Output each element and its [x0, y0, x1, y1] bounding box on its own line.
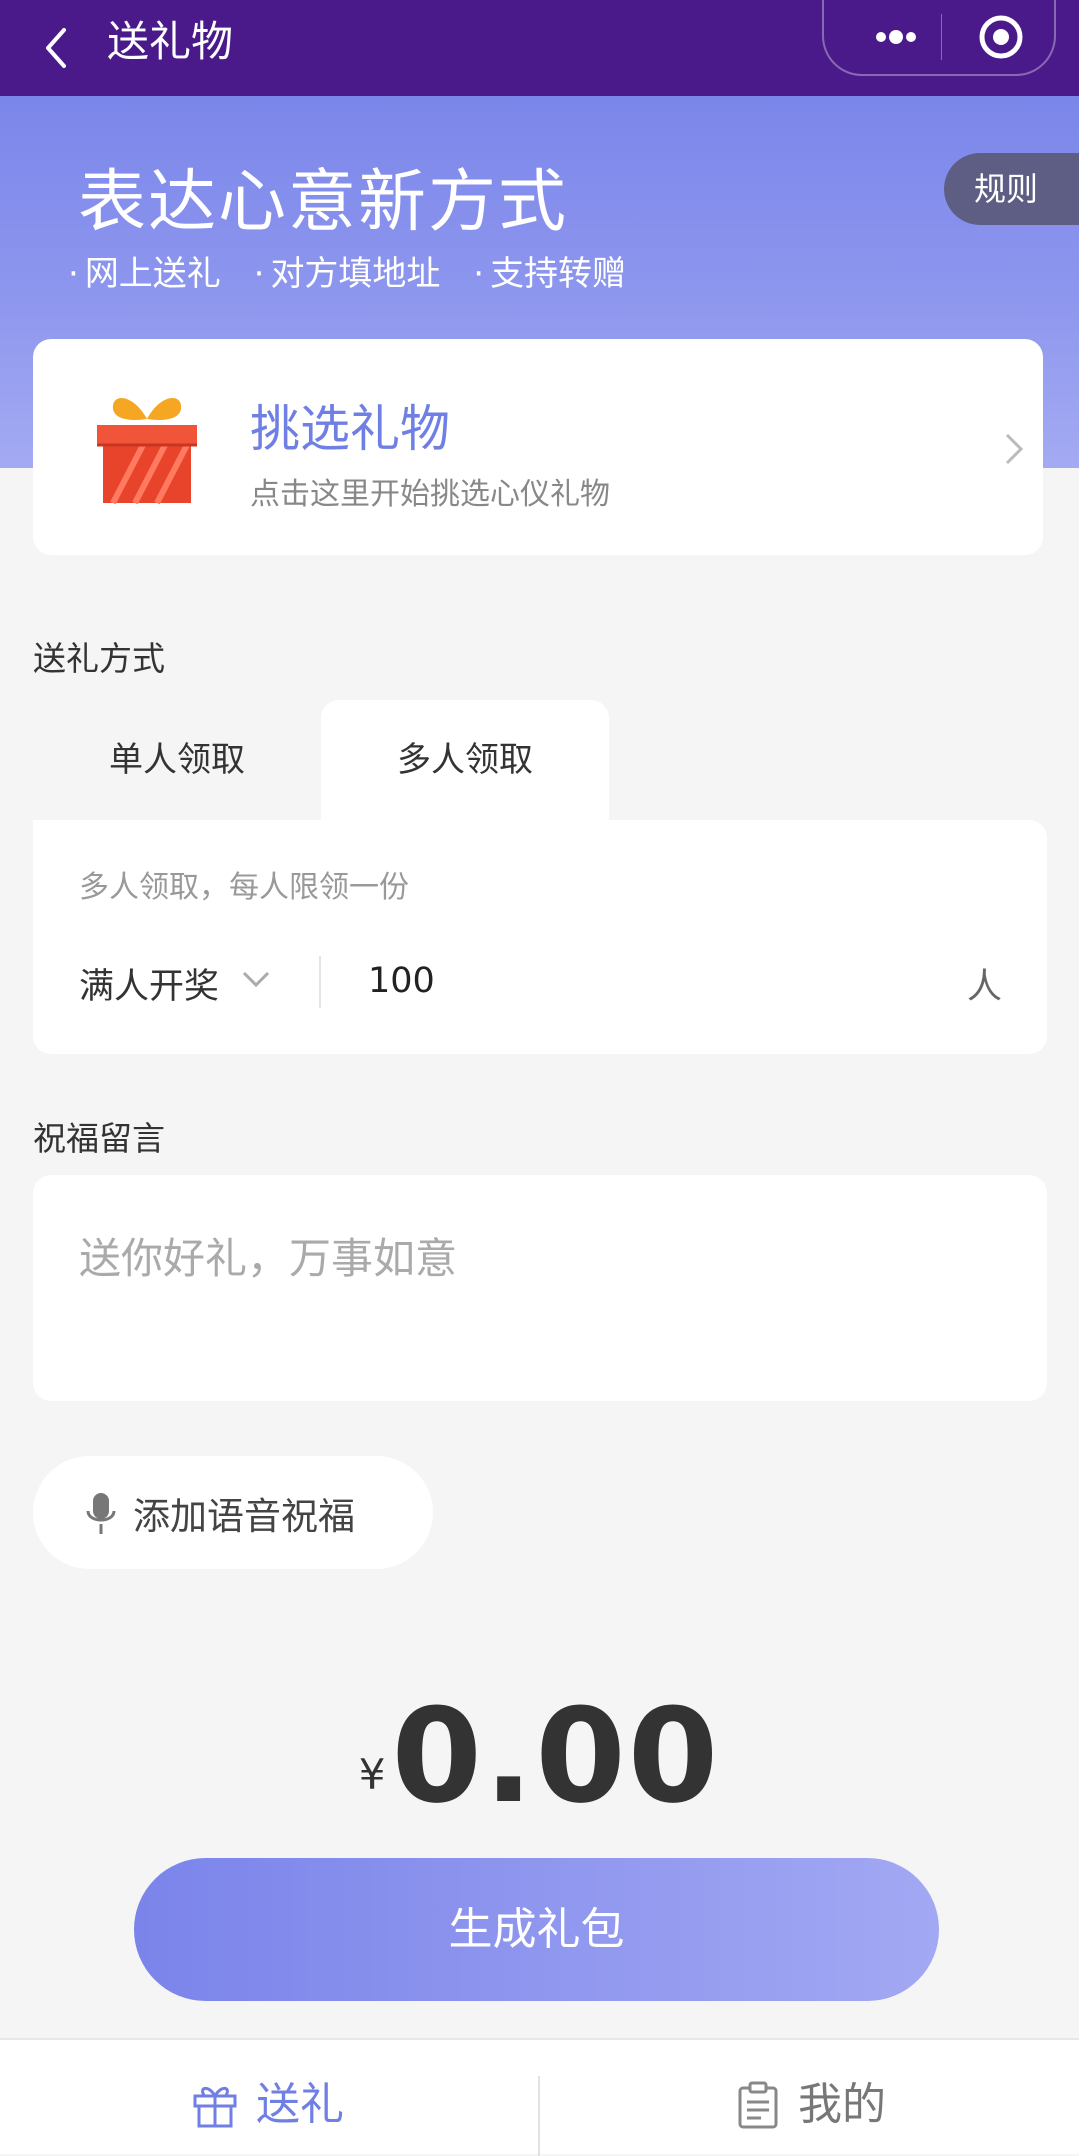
message-label: 祝福留言 — [33, 1119, 165, 1158]
participant-unit: 人 — [967, 967, 1003, 1007]
gift-icon — [193, 2086, 237, 2128]
participant-count-input[interactable] — [366, 950, 930, 1012]
tabbar-label: 我的 — [798, 2079, 886, 2130]
tabbar-item-mine[interactable]: 我的 — [540, 2040, 1078, 2154]
close-mini-program-button[interactable] — [972, 12, 1030, 62]
currency-symbol: ¥ — [358, 1750, 386, 1799]
choose-gift-title: 挑选礼物 — [250, 400, 450, 458]
target-circle-icon — [979, 15, 1023, 59]
draw-mode-select[interactable]: 满人开奖 — [79, 958, 219, 1009]
hero-tag: 对方填地址 — [254, 254, 441, 294]
tab-multi-claim[interactable]: 多人领取 — [321, 700, 609, 820]
add-voice-label: 添加语音祝福 — [133, 1495, 355, 1538]
chevron-down-icon[interactable] — [240, 968, 272, 990]
hero-tags: 网上送礼 对方填地址 支持转赠 — [68, 246, 648, 295]
choose-gift-subtitle: 点击这里开始挑选心仪礼物 — [250, 477, 610, 512]
microphone-icon — [86, 1493, 116, 1534]
chevron-left-icon — [46, 28, 66, 68]
gift-method-label: 送礼方式 — [33, 639, 165, 678]
clipboard-icon — [738, 2081, 778, 2129]
rules-button[interactable]: 规则 — [944, 153, 1079, 225]
top-nav-bar: 送礼物 — [0, 0, 1079, 96]
tab-single-claim[interactable]: 单人领取 — [33, 700, 321, 820]
claim-hint: 多人领取，每人限领一份 — [79, 870, 409, 905]
amount-value: 0.00 — [391, 1680, 721, 1832]
add-voice-button[interactable]: 添加语音祝福 — [33, 1456, 433, 1569]
mini-program-capsule — [822, 0, 1056, 76]
capsule-divider — [941, 14, 942, 60]
tabbar-item-gift[interactable]: 送礼 — [0, 2040, 538, 2154]
gift-box-icon — [97, 398, 197, 505]
claim-divider — [319, 956, 321, 1008]
bottom-tab-bar: 送礼 我的 — [0, 2038, 1079, 2156]
claim-settings-card: 多人领取，每人限领一份 满人开奖 人 — [33, 820, 1047, 1054]
hero-tag: 支持转赠 — [473, 254, 626, 294]
choose-gift-card[interactable]: 挑选礼物 点击这里开始挑选心仪礼物 — [33, 339, 1043, 555]
hero-title: 表达心意新方式 — [78, 163, 569, 242]
back-button[interactable] — [36, 18, 86, 78]
hero-tag: 网上送礼 — [68, 254, 221, 294]
page-title: 送礼物 — [107, 17, 234, 66]
more-dots-icon — [876, 30, 916, 44]
tabbar-label: 送礼 — [256, 2079, 344, 2130]
more-button[interactable] — [848, 12, 944, 62]
message-input[interactable] — [33, 1175, 1047, 1401]
total-amount: ¥0.00 — [0, 1680, 1079, 1832]
chevron-right-icon — [1005, 433, 1024, 465]
generate-gift-button[interactable]: 生成礼包 — [134, 1858, 939, 2001]
